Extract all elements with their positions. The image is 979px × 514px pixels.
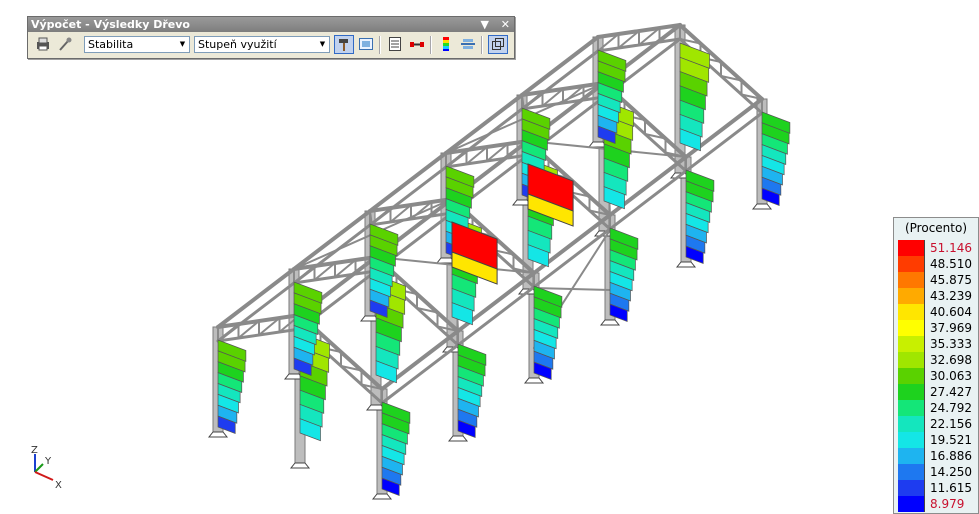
axis-z-label: Z [31,445,38,456]
toolbar-separator [481,36,483,54]
structure-3d-model[interactable] [0,0,979,513]
support-icon [523,377,545,384]
color-scale-icon[interactable] [436,35,456,54]
legend-row: 35.333 [898,336,976,352]
result-type-value: Stabilita [88,38,134,51]
support-icon [207,431,229,438]
legend-value: 27.427 [930,385,972,399]
legend-row: 22.156 [898,416,976,432]
legend-value: 16.886 [930,449,972,463]
legend-row: 19.521 [898,432,976,448]
legend-value: 19.521 [930,433,972,447]
legend-swatch [898,368,925,384]
legend-value: 22.156 [930,417,972,431]
chevron-down-icon: ▼ [319,40,326,48]
legend-value: 24.792 [930,401,972,415]
legend-swatch [898,496,925,512]
print-icon[interactable] [33,35,53,54]
legend-swatch [898,352,925,368]
list-icon[interactable] [385,35,405,54]
legend-value: 32.698 [930,353,972,367]
axis-triad: Z Y X [31,445,62,491]
legend-value: 35.333 [930,337,972,351]
legend-row: 14.250 [898,464,976,480]
legend-value: 43.239 [930,289,972,303]
toolbar-title: Výpočet - Výsledky Dřevo [31,18,190,31]
legend-row: 48.510 [898,256,976,272]
color-legend: (Procento) 51.146 48.510 45.875 43.239 40.60… [893,217,979,514]
legend-swatch [898,256,925,272]
result-value-value: Stupeň využití [198,38,277,51]
result-value-select[interactable]: Stupeň využití ▼ [194,36,330,53]
legend-row: 30.063 [898,368,976,384]
legend-swatch [898,416,925,432]
toolbar-title-bar[interactable]: Výpočet - Výsledky Dřevo ▼ ✕ [28,17,514,32]
diagram-settings-icon[interactable] [458,35,478,54]
axis-x-label: X [55,480,62,491]
legend-header: (Procento) [904,221,968,235]
close-icon[interactable]: ✕ [501,18,510,31]
legend-value: 8.979 [930,497,965,511]
legend-row: 11.615 [898,480,976,496]
legend-value: 40.604 [930,305,972,319]
legend-value: 45.875 [930,273,972,287]
legend-row: 51.146 [898,240,976,256]
support-icon [371,493,393,500]
dropdown-icon[interactable]: ▼ [480,18,488,31]
results-table-icon[interactable] [356,35,376,54]
legend-swatch [898,240,925,256]
legend-value: 37.969 [930,321,972,335]
support-icon [447,435,469,442]
support-icon [675,261,697,268]
legend-row: 37.969 [898,320,976,336]
legend-swatch [898,288,925,304]
toolbar-separator [379,36,381,54]
legend-value: 48.510 [930,257,972,271]
legend-swatch [898,448,925,464]
legend-value: 30.063 [930,369,972,383]
pipette-icon[interactable] [55,35,75,54]
legend-row: 16.886 [898,448,976,464]
legend-row: 40.604 [898,304,976,320]
legend-swatch [898,384,925,400]
legend-swatch [898,304,925,320]
legend-swatch [898,464,925,480]
legend-swatch [898,400,925,416]
legend-value: 11.615 [930,481,972,495]
legend-row: 8.979 [898,496,976,512]
toolbar-separator [430,36,432,54]
legend-value: 51.146 [930,241,972,255]
results-toolbar: Výpočet - Výsledky Dřevo ▼ ✕ Stabilita ▼… [27,16,515,59]
member-icon[interactable] [407,35,427,54]
legend-swatch [898,480,925,496]
legend-swatch [898,272,925,288]
legend-row: 24.792 [898,400,976,416]
legend-value: 14.250 [930,465,972,479]
legend-row: 27.427 [898,384,976,400]
legend-row: 45.875 [898,272,976,288]
legend-row: 43.239 [898,288,976,304]
legend-swatch [898,320,925,336]
legend-swatch [898,432,925,448]
axis-y-label: Y [44,456,52,467]
chevron-down-icon: ▼ [179,40,186,48]
legend-swatch [898,336,925,352]
support-icon [289,462,311,469]
legend-row: 32.698 [898,352,976,368]
model-viewport[interactable] [0,0,979,513]
view-3d-icon[interactable] [488,35,508,54]
result-type-select[interactable]: Stabilita ▼ [84,36,190,53]
hammer-icon[interactable] [334,35,354,54]
support-icon [751,203,773,210]
toolbar-row: Stabilita ▼ Stupeň využití ▼ [28,33,514,57]
support-icon [599,319,621,326]
